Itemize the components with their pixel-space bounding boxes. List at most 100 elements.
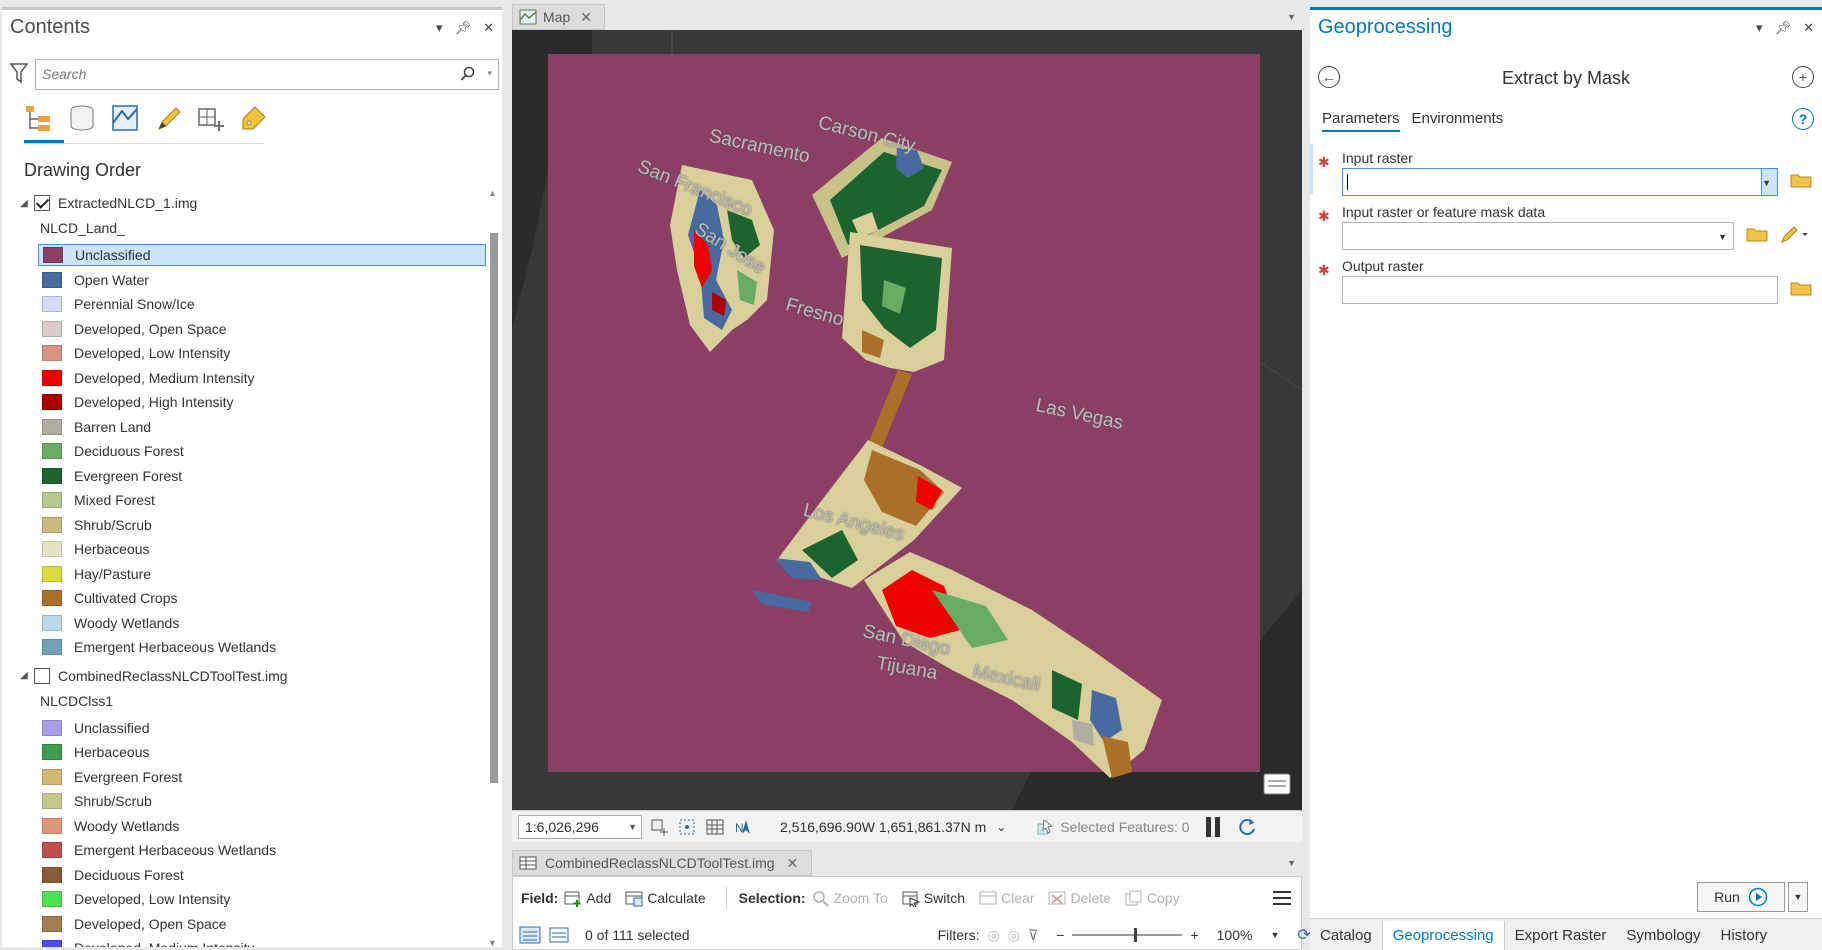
- legend-class-item[interactable]: Barren Land: [38, 416, 486, 438]
- chevron-down-icon[interactable]: ▼: [1718, 232, 1727, 242]
- add-icon[interactable]: +: [1792, 66, 1814, 88]
- legend-swatch[interactable]: [42, 541, 62, 557]
- delete-selection-button[interactable]: Delete: [1048, 889, 1111, 907]
- selection-filter-icon[interactable]: ◎: [1008, 927, 1020, 944]
- legend-swatch[interactable]: [42, 394, 62, 410]
- legend-class-item[interactable]: Developed, Low Intensity: [38, 342, 486, 364]
- table-tab-menu-icon[interactable]: ▼: [1287, 858, 1296, 868]
- legend-class-item[interactable]: Unclassified: [38, 244, 486, 266]
- contents-scrollbar[interactable]: ▲ ▼: [486, 188, 500, 947]
- run-button[interactable]: Run: [1697, 882, 1785, 912]
- legend-class-item[interactable]: Herbaceous: [38, 538, 486, 560]
- list-by-snapping-icon[interactable]: [196, 102, 226, 134]
- legend-class-item[interactable]: Woody Wetlands: [38, 815, 486, 837]
- legend-class-item[interactable]: Developed, Low Intensity: [38, 888, 486, 910]
- coordinate-format-icon[interactable]: ⌄: [996, 820, 1006, 834]
- legend-class-item[interactable]: Emergent Herbaceous Wetlands: [38, 636, 486, 658]
- legend-swatch[interactable]: [42, 793, 62, 809]
- legend-swatch[interactable]: [42, 614, 62, 631]
- legend-swatch[interactable]: [42, 565, 62, 582]
- add-field-button[interactable]: Add: [564, 889, 611, 907]
- list-by-editing-icon[interactable]: [153, 102, 183, 134]
- input-raster-field[interactable]: ▼: [1342, 168, 1778, 196]
- legend-swatch[interactable]: [42, 639, 62, 655]
- scroll-up-icon[interactable]: ▲: [488, 188, 497, 198]
- definition-query-icon[interactable]: ⊽: [1028, 927, 1038, 944]
- calculate-field-button[interactable]: Calculate: [625, 889, 706, 907]
- legend-class-item[interactable]: Developed, Open Space: [38, 318, 486, 340]
- table-zoom-level[interactable]: 100%: [1217, 927, 1253, 943]
- close-icon[interactable]: ✕: [1803, 20, 1814, 36]
- scale-grid-icon[interactable]: [676, 816, 698, 838]
- map-tab-menu-icon[interactable]: ▼: [1287, 12, 1296, 22]
- switch-selection-button[interactable]: Switch: [902, 889, 965, 907]
- tab-parameters[interactable]: Parameters: [1322, 110, 1400, 132]
- map-scale-selector[interactable]: 1:6,026,296 ▼: [518, 814, 642, 839]
- table-grid-icon[interactable]: [704, 816, 726, 838]
- selected-features[interactable]: Selected Features: 0: [1036, 818, 1190, 836]
- scrollbar-thumb[interactable]: [490, 233, 498, 783]
- legend-class-item[interactable]: Emergent Herbaceous Wetlands: [38, 839, 486, 861]
- close-icon[interactable]: ✕: [483, 20, 494, 36]
- legend-class-item[interactable]: Evergreen Forest: [38, 766, 486, 788]
- layer-row[interactable]: ◢ ExtractedNLCD_1.img: [20, 192, 197, 214]
- legend-swatch[interactable]: [42, 296, 62, 312]
- mask-data-field[interactable]: ▼: [1342, 222, 1734, 250]
- pane-options-icon[interactable]: ▾: [1756, 20, 1763, 36]
- legend-class-item[interactable]: Woody Wetlands: [38, 612, 486, 634]
- legend-swatch[interactable]: [42, 940, 62, 947]
- legend-class-item[interactable]: Mixed Forest: [38, 489, 486, 511]
- extent-filter-icon[interactable]: ◎: [988, 927, 1000, 944]
- run-options-dropdown[interactable]: ▼: [1788, 882, 1808, 912]
- list-by-source-icon[interactable]: [67, 102, 97, 134]
- legend-class-item[interactable]: Deciduous Forest: [38, 864, 486, 886]
- table-refresh-icon[interactable]: ⟳: [1297, 925, 1310, 945]
- tab-catalog[interactable]: Catalog: [1310, 921, 1382, 950]
- tab-attribute-table[interactable]: CombinedReclassNLCDToolTest.img ✕: [512, 850, 812, 876]
- list-by-selection-icon[interactable]: [110, 102, 140, 134]
- list-by-labeling-icon[interactable]: [239, 102, 269, 134]
- help-icon[interactable]: ?: [1792, 108, 1814, 130]
- tab-map[interactable]: Map ✕: [512, 4, 605, 30]
- legend-swatch[interactable]: [42, 866, 62, 883]
- browse-folder-icon[interactable]: [1790, 280, 1812, 296]
- browse-folder-icon[interactable]: [1746, 226, 1768, 242]
- legend-swatch[interactable]: [42, 590, 62, 606]
- legend-class-item[interactable]: Shrub/Scrub: [38, 514, 486, 536]
- zoom-out-icon[interactable]: −: [1056, 927, 1064, 943]
- tab-environments[interactable]: Environments: [1412, 110, 1504, 132]
- zoom-slider[interactable]: [1072, 928, 1183, 942]
- collapse-triangle-icon[interactable]: ◢: [20, 670, 34, 681]
- copy-selection-button[interactable]: Copy: [1125, 889, 1180, 907]
- sketch-pencil-icon[interactable]: [1780, 224, 1810, 244]
- scroll-down-icon[interactable]: ▼: [488, 938, 497, 947]
- refresh-icon[interactable]: [1236, 816, 1258, 838]
- legend-swatch[interactable]: [42, 516, 62, 533]
- legend-swatch[interactable]: [42, 768, 62, 785]
- map-notes-icon[interactable]: [1263, 773, 1291, 795]
- legend-swatch[interactable]: [42, 443, 62, 459]
- legend-class-item[interactable]: Evergreen Forest: [38, 465, 486, 487]
- grid-reference-icon[interactable]: [648, 816, 670, 838]
- north-arrow-icon[interactable]: N: [732, 816, 754, 838]
- legend-class-item[interactable]: Perennial Snow/Ice: [38, 293, 486, 315]
- legend-class-item[interactable]: Developed, Medium Intensity: [38, 367, 486, 389]
- legend-swatch[interactable]: [42, 271, 62, 288]
- layer-visibility-checkbox[interactable]: [34, 195, 50, 211]
- output-raster-field[interactable]: [1342, 276, 1778, 304]
- legend-swatch[interactable]: [42, 744, 62, 760]
- legend-swatch[interactable]: [42, 345, 62, 361]
- legend-swatch[interactable]: [42, 418, 62, 435]
- legend-class-item[interactable]: Shrub/Scrub: [38, 790, 486, 812]
- legend-swatch[interactable]: [42, 842, 62, 858]
- layer-visibility-checkbox[interactable]: [34, 667, 50, 684]
- map-canvas[interactable]: Sacramento Carson City San Francisco San Jo…: [512, 30, 1302, 810]
- filter-icon[interactable]: [10, 62, 28, 84]
- layer-row[interactable]: ◢ CombinedReclassNLCDToolTest.img: [20, 665, 288, 687]
- legend-class-item[interactable]: Deciduous Forest: [38, 440, 486, 462]
- list-by-drawing-order-icon[interactable]: [24, 102, 54, 134]
- legend-swatch[interactable]: [42, 492, 62, 508]
- zoom-to-button[interactable]: Zoom To: [812, 889, 888, 907]
- tab-symbology[interactable]: Symbology: [1616, 921, 1710, 950]
- tab-history[interactable]: History: [1711, 921, 1778, 950]
